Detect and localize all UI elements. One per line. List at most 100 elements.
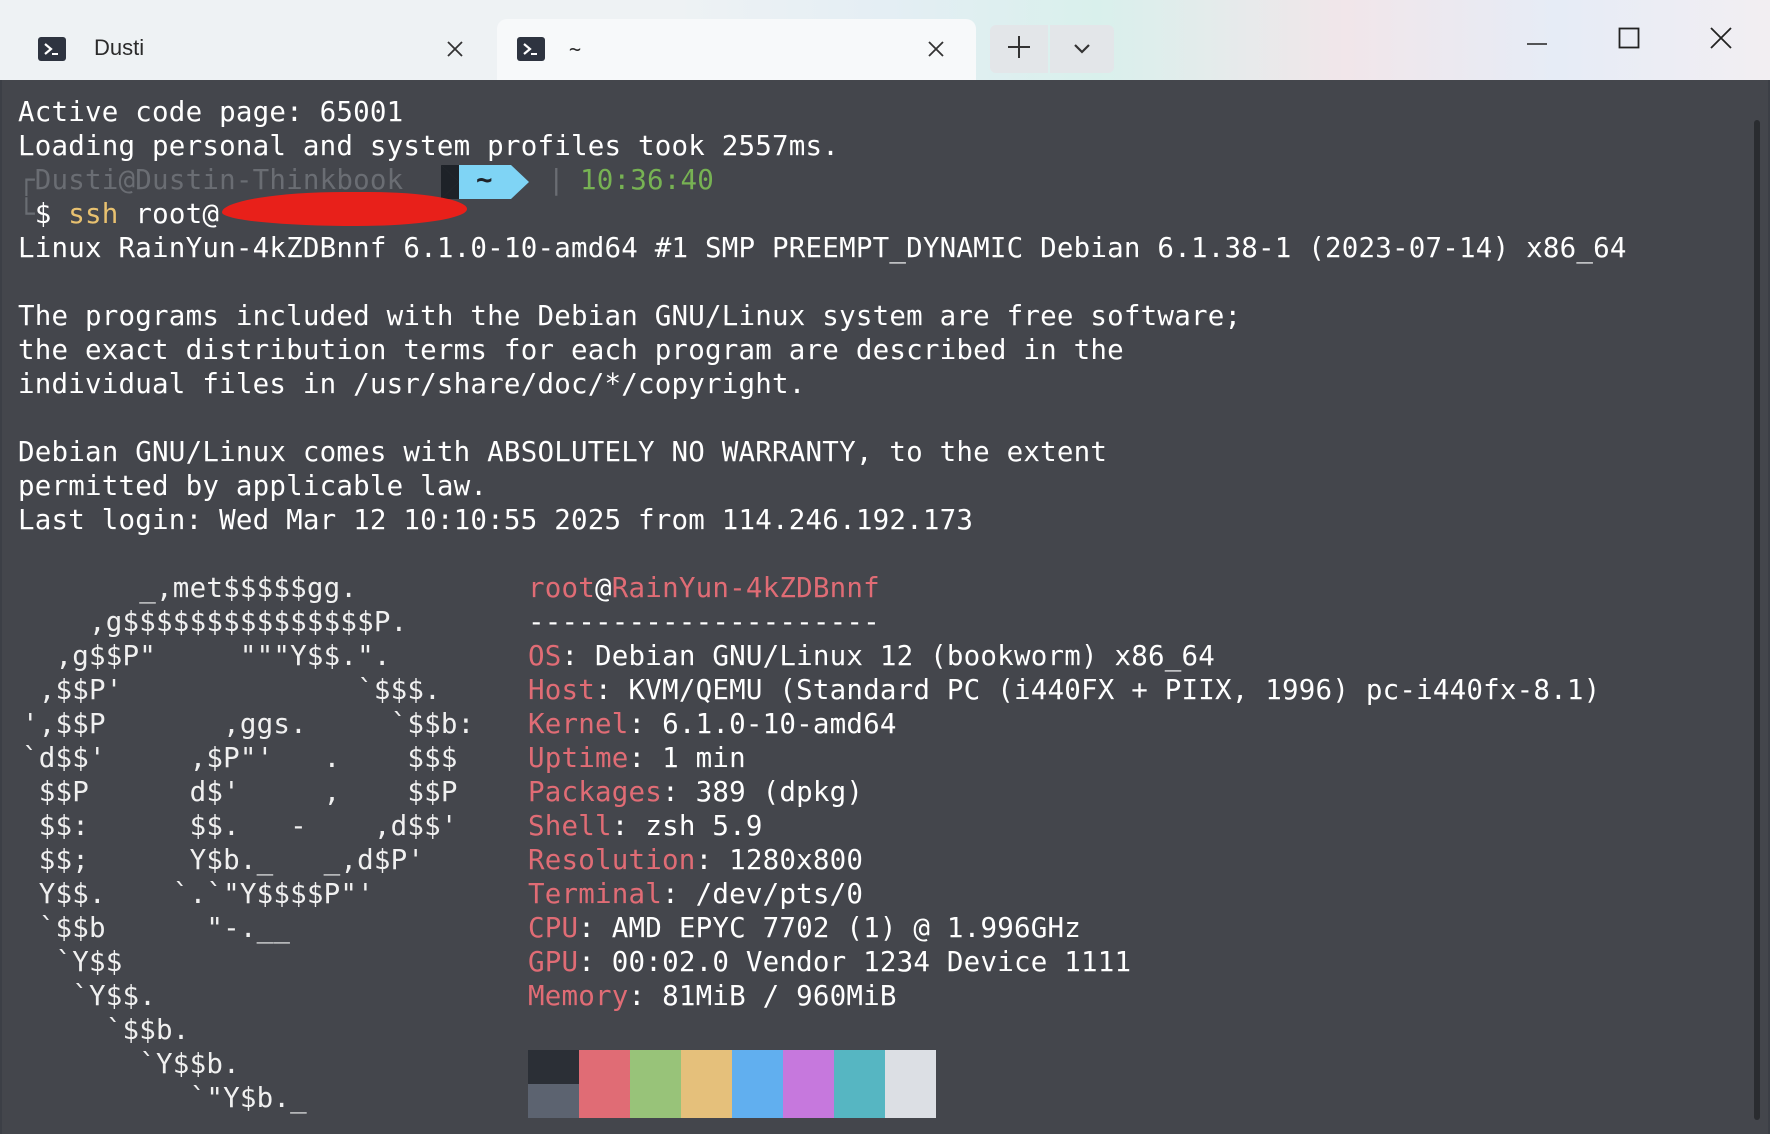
- powershell-icon: [517, 37, 545, 61]
- fetch-host: RainYun-4kZDBnnf: [611, 572, 880, 604]
- fetch-row: Shell: zsh 5.9: [528, 810, 763, 842]
- chevron-down-icon: [1072, 40, 1092, 59]
- scrollbar[interactable]: [1754, 120, 1760, 1120]
- fetch-key: CPU: [528, 912, 579, 944]
- command-arg: root@: [135, 198, 220, 230]
- fetch-key: Packages: [528, 776, 663, 808]
- fetch-key: GPU: [528, 946, 579, 978]
- debian-logo-line: `d$$' ,$P"' . $$$: [22, 742, 458, 774]
- palette-swatch: [681, 1084, 732, 1118]
- palette-swatch: [630, 1084, 681, 1118]
- debian-logo-line: _,met$$$$$gg.: [22, 572, 358, 604]
- fetch-value: KVM/QEMU (Standard PC (i440FX + PIIX, 19…: [628, 674, 1601, 706]
- palette-swatch: [834, 1084, 885, 1118]
- fetch-row: Host: KVM/QEMU (Standard PC (i440FX + PI…: [528, 674, 1601, 706]
- prompt-time: 10:36:40: [580, 164, 715, 196]
- motd-line: Linux RainYun-4kZDBnnf 6.1.0-10-amd64 #1…: [18, 232, 1627, 264]
- palette-swatch: [579, 1050, 630, 1084]
- palette-swatch: [630, 1050, 681, 1084]
- debian-logo-line: `"Y$b._: [22, 1082, 307, 1114]
- fetch-value: 81MiB / 960MiB: [662, 980, 897, 1012]
- debian-logo-line: Y$$. `.`"Y$$$$P"': [22, 878, 374, 910]
- fetch-row: Terminal: /dev/pts/0: [528, 878, 864, 910]
- fetch-key: Uptime: [528, 742, 629, 774]
- debian-logo-line: `Y$$: [22, 946, 123, 978]
- fetch-row: Uptime: 1 min: [528, 742, 746, 774]
- fetch-user: root: [528, 572, 596, 604]
- prompt-bracket: ┌: [18, 164, 35, 196]
- fetch-value: AMD EPYC 7702 (1) @ 1.996GHz: [611, 912, 1081, 944]
- fetch-value: 389 (dpkg): [695, 776, 864, 808]
- tab-label: Dusti: [94, 35, 145, 60]
- prompt-bracket: └: [18, 198, 35, 230]
- debian-logo-line: $$: $$. - ,d$$': [22, 810, 458, 842]
- tab-dropdown-button[interactable]: [1050, 25, 1114, 73]
- fetch-row: GPU: 00:02.0 Vendor 1234 Device 1111: [528, 946, 1132, 978]
- debian-logo-line: $$; Y$b._ _,d$P': [22, 844, 425, 876]
- motd-line: permitted by applicable law.: [18, 470, 488, 502]
- fetch-row: Kernel: 6.1.0-10-amd64: [528, 708, 897, 740]
- close-tab-icon[interactable]: [440, 34, 470, 64]
- minimize-icon: [1526, 31, 1548, 50]
- palette-swatch: [528, 1084, 579, 1118]
- palette-swatch: [783, 1050, 834, 1084]
- minimize-button[interactable]: [1492, 10, 1582, 70]
- color-palette: [528, 1084, 936, 1118]
- terminal-pane[interactable]: Active code page: 65001 Loading personal…: [2, 80, 1768, 1134]
- palette-swatch: [783, 1084, 834, 1118]
- fetch-row: Packages: 389 (dpkg): [528, 776, 864, 808]
- fetch-value: 00:02.0 Vendor 1234 Device 1111: [611, 946, 1132, 978]
- fetch-row: Resolution: 1280x800: [528, 844, 864, 876]
- debian-logo-line: ,g$$$$$$$$$$$$$$$P.: [22, 606, 408, 638]
- fetch-rule: ---------------------: [528, 606, 880, 638]
- palette-swatch: [885, 1050, 936, 1084]
- motd-line: the exact distribution terms for each pr…: [18, 334, 1124, 366]
- color-palette: [528, 1050, 936, 1084]
- redaction-mark: [222, 192, 467, 226]
- fetch-value: 1280x800: [729, 844, 864, 876]
- powershell-icon: [38, 37, 66, 61]
- debian-logo-line: `$$b "-.__: [22, 912, 291, 944]
- title-bar: Dusti ~: [0, 0, 1770, 80]
- fetch-key: Kernel: [528, 708, 629, 740]
- fetch-key: Shell: [528, 810, 612, 842]
- tab-dusti[interactable]: Dusti: [0, 19, 493, 80]
- plus-icon: [1006, 34, 1032, 64]
- command-name: ssh: [68, 198, 119, 230]
- close-icon: [1709, 26, 1733, 54]
- tab-label: ~: [569, 37, 582, 61]
- last-login-line: Last login: Wed Mar 12 10:10:55 2025 fro…: [18, 504, 974, 536]
- fetch-key: Host: [528, 674, 596, 706]
- fetch-value: Debian GNU/Linux 12 (bookworm) x86_64: [595, 640, 1216, 672]
- close-window-button[interactable]: [1676, 10, 1766, 70]
- debian-logo-line: `Y$$.: [22, 980, 157, 1012]
- motd-line: The programs included with the Debian GN…: [18, 300, 1242, 332]
- palette-swatch: [732, 1084, 783, 1118]
- fetch-row: Memory: 81MiB / 960MiB: [528, 980, 897, 1012]
- tab-home[interactable]: ~: [497, 19, 976, 80]
- command-line: └$ ssh root@: [18, 197, 219, 231]
- fetch-key: Resolution: [528, 844, 696, 876]
- debian-logo-line: $$P d$' , $$P: [22, 776, 458, 808]
- fetch-value: 6.1.0-10-amd64: [662, 708, 897, 740]
- prompt-dollar: $: [34, 198, 52, 230]
- fetch-value: zsh 5.9: [645, 810, 763, 842]
- fetch-value: 1 min: [662, 742, 746, 774]
- new-tab-button[interactable]: [990, 25, 1048, 73]
- debian-logo-line: `$$b.: [22, 1014, 190, 1046]
- prompt-dir: ~: [476, 164, 493, 196]
- fetch-row: CPU: AMD EPYC 7702 (1) @ 1.996GHz: [528, 912, 1081, 944]
- motd-line: individual files in /usr/share/doc/*/cop…: [18, 368, 806, 400]
- fetch-row: OS: Debian GNU/Linux 12 (bookworm) x86_6…: [528, 640, 1216, 672]
- close-tab-icon[interactable]: [921, 34, 951, 64]
- prompt-separator: |: [548, 164, 565, 196]
- profile-load-line: Loading personal and system profiles too…: [18, 130, 840, 162]
- maximize-button[interactable]: [1584, 10, 1674, 70]
- fetch-key: Memory: [528, 980, 629, 1012]
- debian-logo-line: ,g$$P" """Y$$.".: [22, 640, 391, 672]
- fetch-key: OS: [528, 640, 562, 672]
- palette-swatch: [579, 1084, 630, 1118]
- fetch-key: Terminal: [528, 878, 663, 910]
- fetch-at: @: [595, 572, 612, 604]
- fetch-value: /dev/pts/0: [695, 878, 864, 910]
